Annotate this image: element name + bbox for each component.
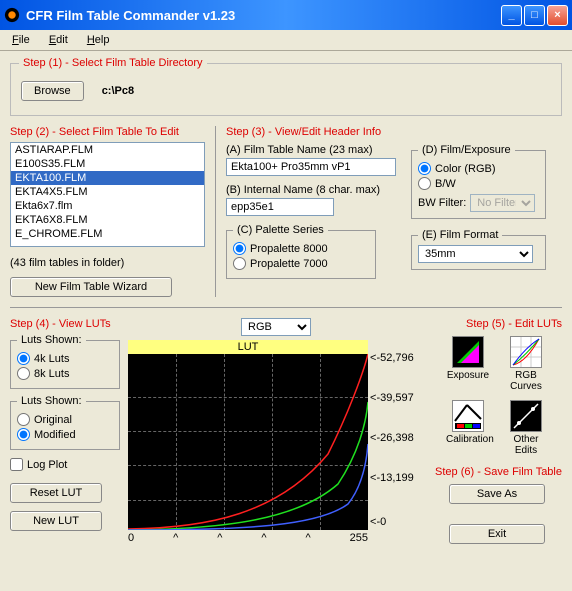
exposure-button[interactable]: Exposure bbox=[446, 336, 490, 392]
luts-shown-legend-2: Luts Shown: bbox=[17, 395, 86, 407]
calibration-button[interactable]: Calibration bbox=[446, 400, 490, 456]
listbox-item[interactable]: E100S35.FLM bbox=[11, 157, 204, 171]
radio-modified[interactable]: Modified bbox=[17, 428, 113, 441]
new-film-table-wizard-button[interactable]: New Film Table Wizard bbox=[10, 277, 172, 297]
radio-color-rgb[interactable]: Color (RGB) bbox=[418, 162, 539, 175]
listbox-item[interactable]: EKTA6X8.FLM bbox=[11, 213, 204, 227]
menu-edit[interactable]: Edit bbox=[41, 32, 76, 48]
film-format-legend: (E) Film Format bbox=[418, 229, 502, 241]
exit-button[interactable]: Exit bbox=[449, 524, 545, 544]
step6-legend: Step (6) - Save Film Table bbox=[432, 466, 562, 478]
radio-4k-luts[interactable]: 4k Luts bbox=[17, 352, 113, 365]
film-format-select[interactable]: 35mm bbox=[418, 245, 533, 263]
log-plot-checkbox[interactable]: Log Plot bbox=[10, 458, 120, 471]
new-lut-button[interactable]: New LUT bbox=[10, 511, 102, 531]
save-as-button[interactable]: Save As bbox=[449, 484, 545, 504]
film-table-name-input[interactable] bbox=[226, 158, 396, 176]
step5-legend: Step (5) - Edit LUTs bbox=[432, 318, 562, 330]
internal-name-input[interactable] bbox=[226, 198, 334, 216]
bw-filter-label: BW Filter: bbox=[418, 197, 466, 209]
browse-button[interactable]: Browse bbox=[21, 81, 84, 101]
table-count: (43 film tables in folder) bbox=[10, 257, 205, 269]
listbox-item[interactable]: Ekta6x7.flm bbox=[11, 199, 204, 213]
radio-original[interactable]: Original bbox=[17, 413, 113, 426]
radio-bw[interactable]: B/W bbox=[418, 177, 539, 190]
channel-select[interactable]: RGB bbox=[241, 318, 311, 336]
radio-8k-luts[interactable]: 8k Luts bbox=[17, 367, 113, 380]
luts-shown-legend-1: Luts Shown: bbox=[17, 334, 86, 346]
calibration-icon bbox=[453, 401, 483, 431]
other-edits-button[interactable]: Other Edits bbox=[504, 400, 548, 456]
step1-legend: Step (1) - Select Film Table Directory bbox=[19, 57, 207, 69]
listbox-item[interactable]: EKTA100.FLM bbox=[11, 171, 204, 185]
step3-legend: Step (3) - View/Edit Header Info bbox=[226, 126, 562, 138]
listbox-item[interactable]: ASTIARAP.FLM bbox=[11, 143, 204, 157]
radio-propalette-8000[interactable]: Propalette 8000 bbox=[233, 242, 369, 255]
maximize-button[interactable]: □ bbox=[524, 5, 545, 26]
listbox-item[interactable]: EKTA4X5.FLM bbox=[11, 185, 204, 199]
bw-filter-select: No Filter bbox=[470, 194, 535, 212]
radio-propalette-7000[interactable]: Propalette 7000 bbox=[233, 257, 369, 270]
label-a: (A) Film Table Name (23 max) bbox=[226, 144, 401, 156]
palette-series-legend: (C) Palette Series bbox=[233, 224, 328, 236]
reset-lut-button[interactable]: Reset LUT bbox=[10, 483, 102, 503]
exposure-icon bbox=[453, 337, 483, 367]
app-icon bbox=[4, 7, 20, 23]
film-exposure-legend: (D) Film/Exposure bbox=[418, 144, 515, 156]
lut-plot: LUT bbox=[128, 340, 368, 530]
rgb-curves-button[interactable]: RGB Curves bbox=[504, 336, 548, 392]
other-edits-icon bbox=[511, 401, 541, 431]
menu-help[interactable]: Help bbox=[79, 32, 118, 48]
x-axis-max: 255 bbox=[350, 532, 368, 544]
x-axis-min: 0 bbox=[128, 532, 134, 544]
listbox-item[interactable]: E_CHROME.FLM bbox=[11, 227, 204, 241]
menu-file[interactable]: File bbox=[4, 32, 38, 48]
window-title: CFR Film Table Commander v1.23 bbox=[26, 8, 501, 23]
path-display: c:\Pc8 bbox=[102, 85, 134, 97]
step2-legend: Step (2) - Select Film Table To Edit bbox=[10, 126, 205, 138]
rgb-curves-icon bbox=[511, 337, 541, 367]
close-button[interactable]: × bbox=[547, 5, 568, 26]
label-b: (B) Internal Name (8 char. max) bbox=[226, 184, 401, 196]
film-table-listbox[interactable]: ASTIARAP.FLME100S35.FLMEKTA100.FLMEKTA4X… bbox=[10, 142, 205, 247]
minimize-button[interactable]: _ bbox=[501, 5, 522, 26]
step4-legend: Step (4) - View LUTs bbox=[10, 318, 120, 330]
plot-title: LUT bbox=[128, 340, 368, 354]
